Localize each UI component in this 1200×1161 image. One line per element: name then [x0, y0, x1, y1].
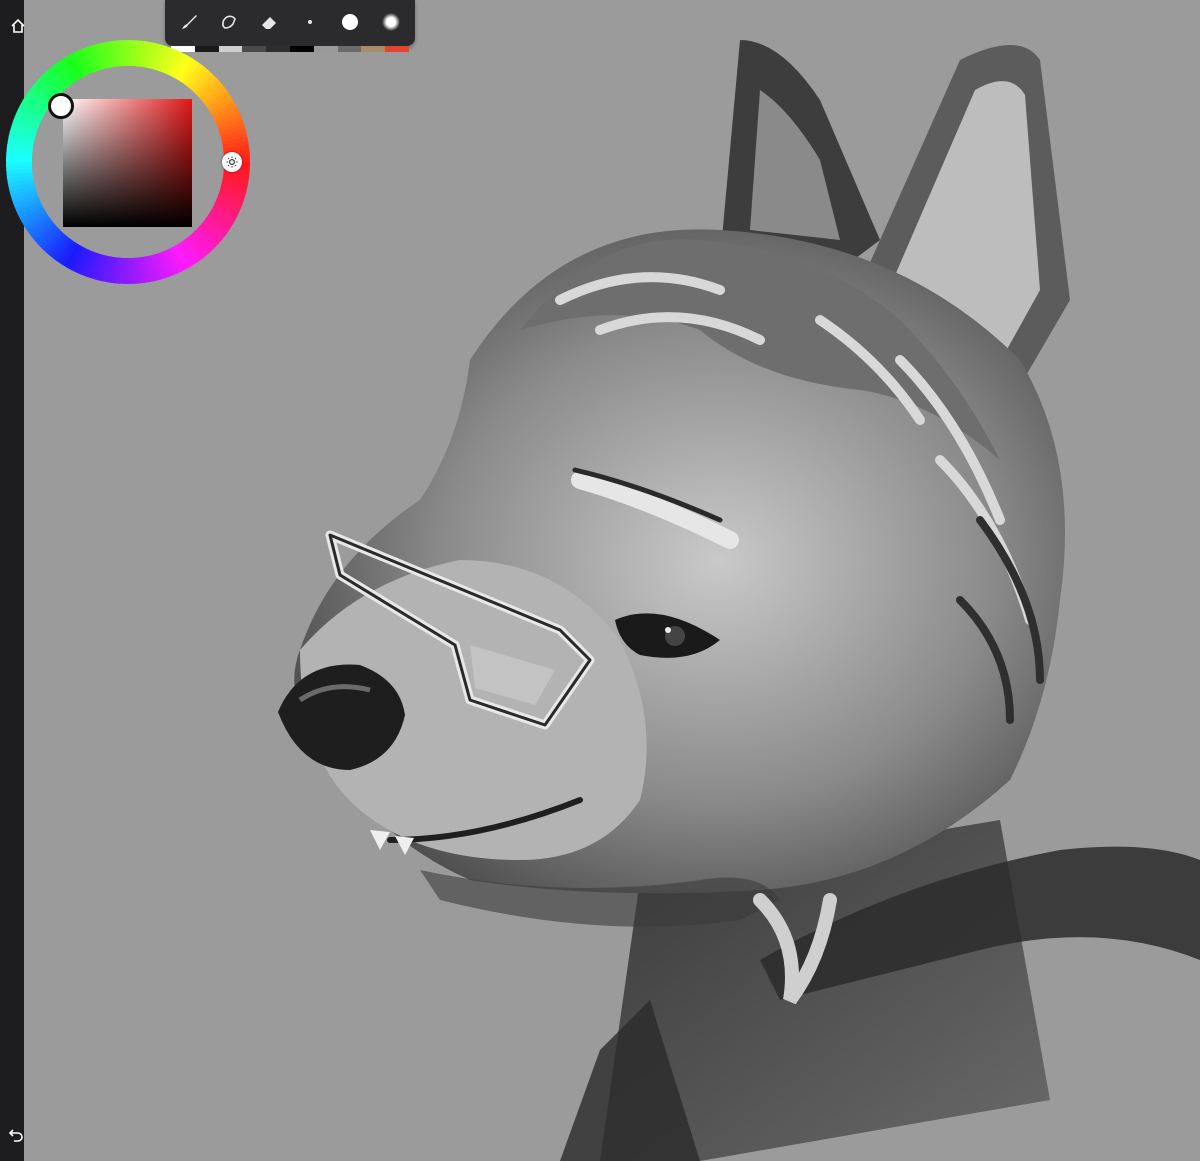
- color-swatch[interactable]: [385, 46, 409, 52]
- drawing-app: [0, 0, 1200, 1161]
- home-icon[interactable]: [6, 14, 30, 38]
- soft-dot-icon[interactable]: [377, 8, 405, 36]
- saturation-value-square[interactable]: [63, 99, 192, 227]
- color-swatch[interactable]: [266, 46, 290, 52]
- brush-icon[interactable]: [175, 8, 203, 36]
- sun-icon[interactable]: [222, 152, 242, 172]
- dot-large-icon[interactable]: [336, 8, 364, 36]
- color-swatch[interactable]: [313, 46, 338, 52]
- color-picker-handle[interactable]: [48, 93, 74, 119]
- color-swatch[interactable]: [337, 46, 362, 52]
- eraser-icon[interactable]: [255, 8, 283, 36]
- color-swatch[interactable]: [289, 46, 314, 52]
- color-swatch[interactable]: [361, 46, 386, 52]
- dot-small-icon[interactable]: [296, 8, 324, 36]
- undo-icon[interactable]: [4, 1122, 28, 1146]
- smudge-icon[interactable]: [215, 8, 243, 36]
